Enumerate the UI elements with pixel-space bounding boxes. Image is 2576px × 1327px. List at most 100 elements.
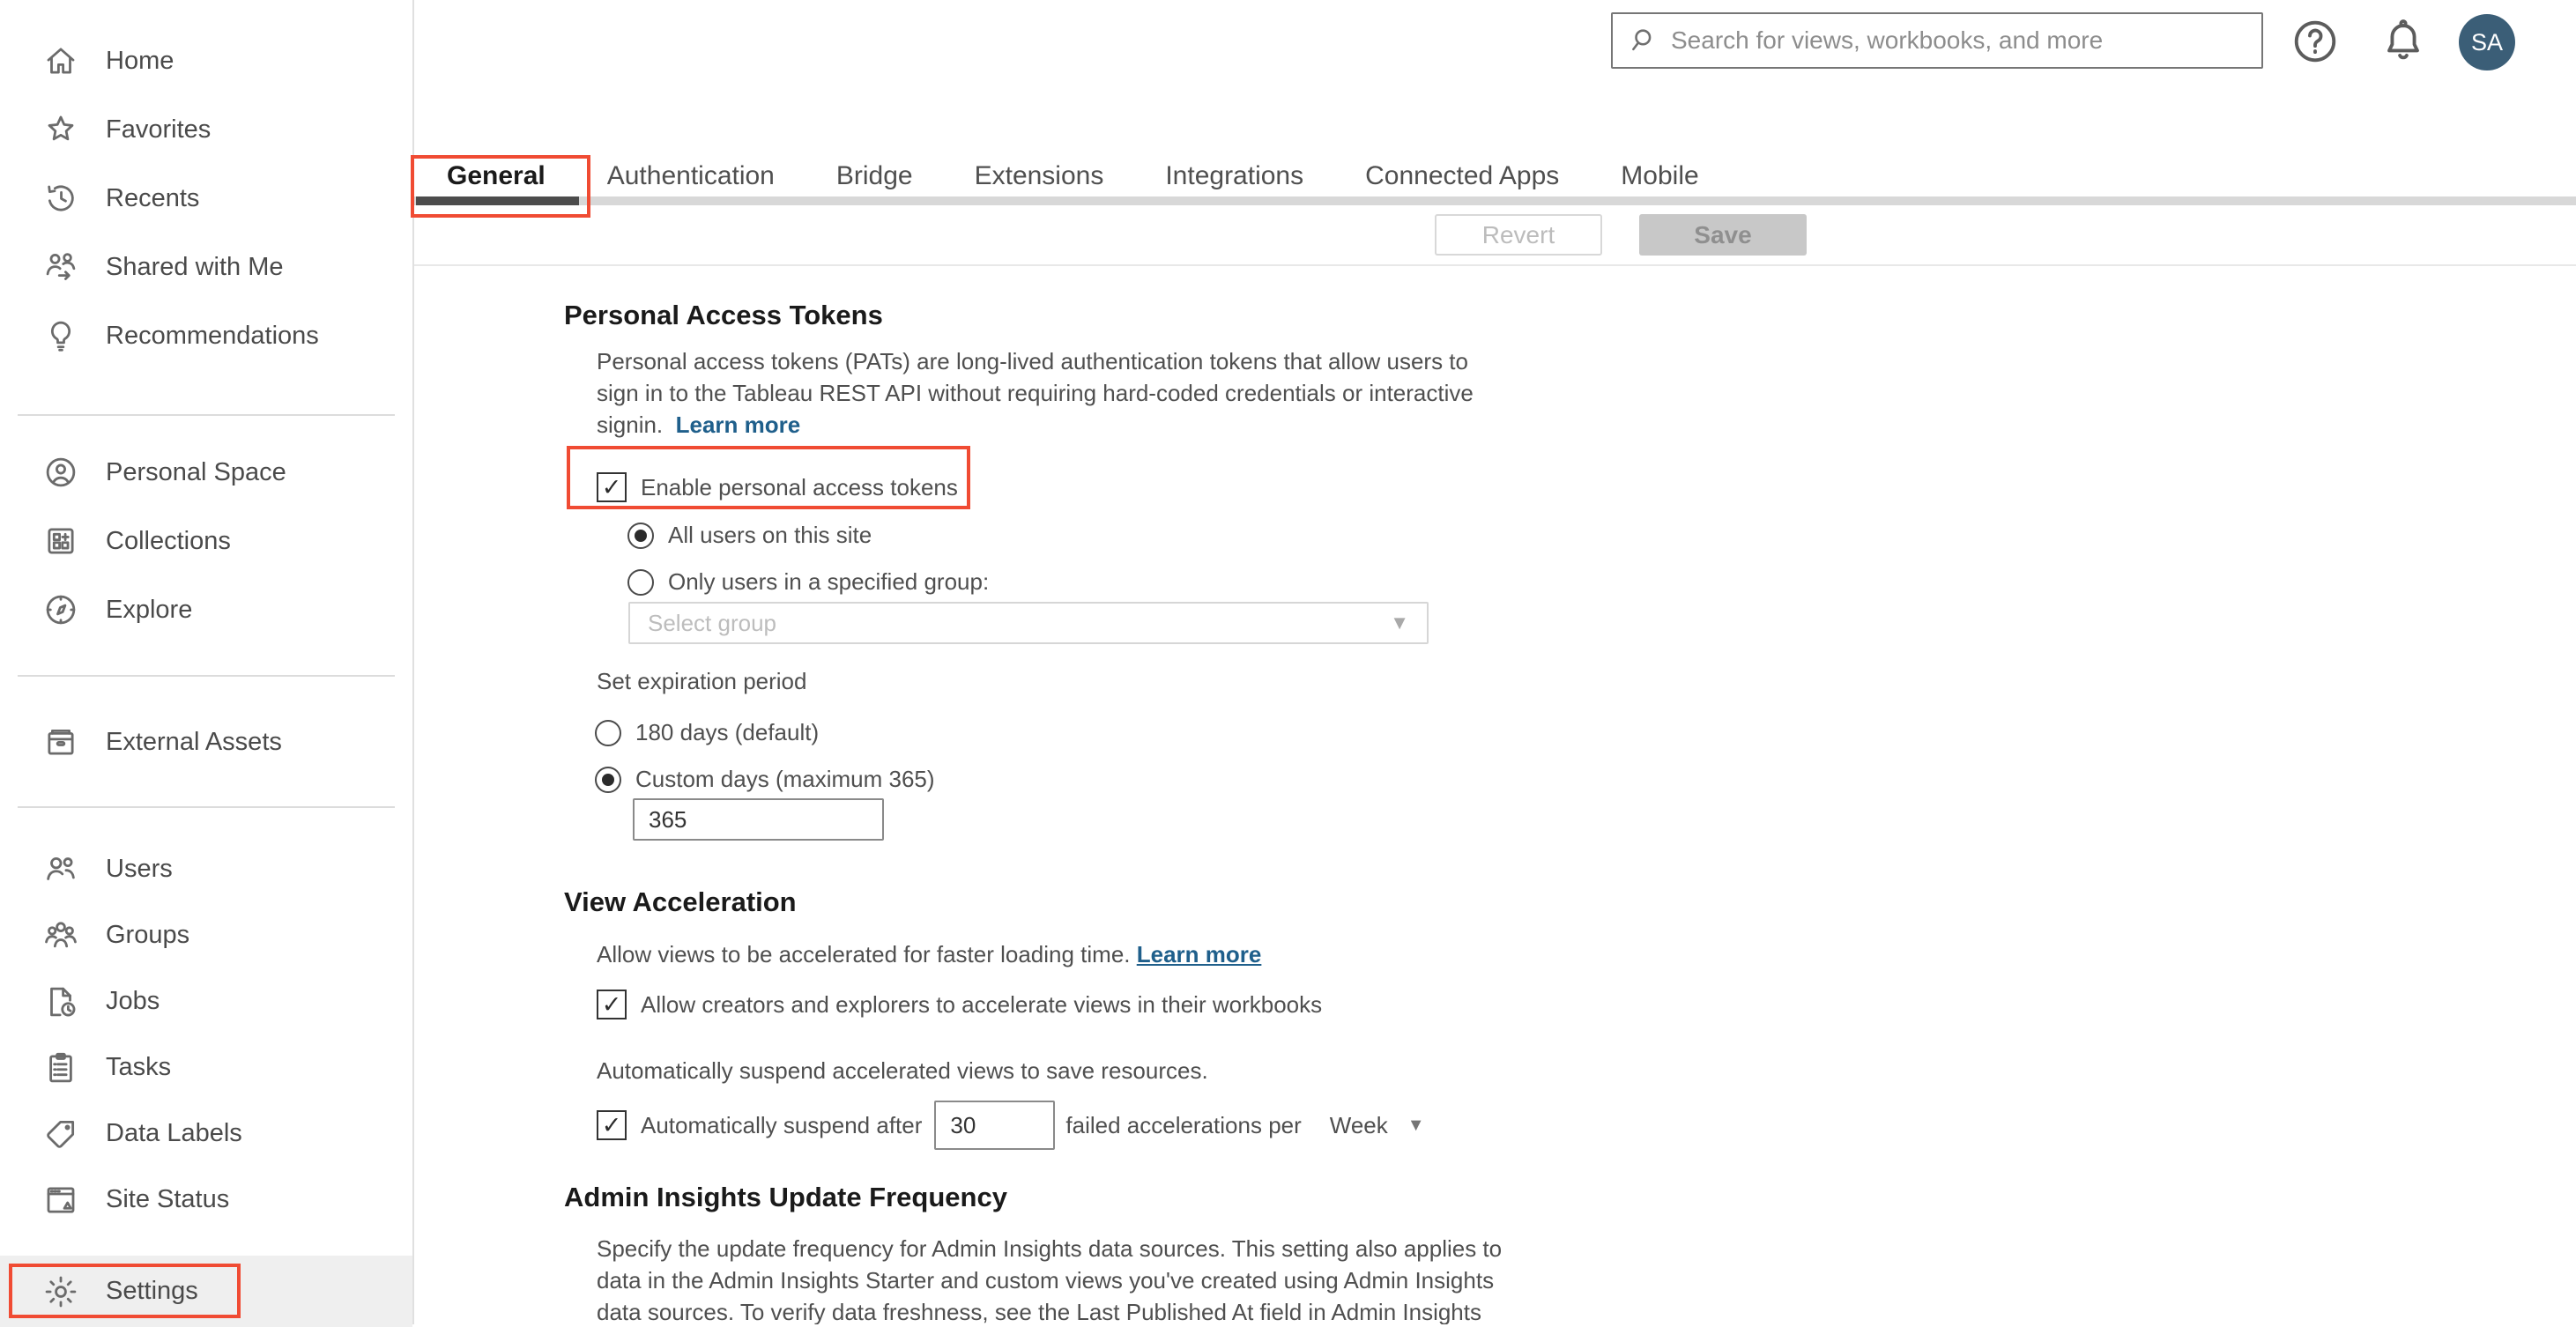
sidebar-item-label: Shared with Me xyxy=(106,252,284,281)
tab-integrations[interactable]: Integrations xyxy=(1165,161,1303,191)
pat-learn-more-link[interactable]: Learn more xyxy=(676,411,801,438)
active-tab-underline xyxy=(416,196,579,205)
suspend-note: Automatically suspend accelerated views … xyxy=(597,1057,1208,1084)
admin-insights-description-line: data in the Admin Insights Starter and c… xyxy=(597,1267,1495,1294)
sidebar-item-label: Users xyxy=(106,855,173,883)
default-days-radio[interactable] xyxy=(595,719,621,746)
checkmark-icon: ✓ xyxy=(601,990,622,1018)
save-button[interactable]: Save xyxy=(1639,214,1807,256)
all-users-radio[interactable] xyxy=(627,522,654,549)
suspend-period-value: Week xyxy=(1329,1111,1388,1138)
gear-icon xyxy=(45,1276,77,1307)
collections-grid-icon xyxy=(48,528,74,554)
groups-icon xyxy=(45,921,77,947)
star-icon xyxy=(48,115,74,141)
view-acceleration-description: Allow views to be accelerated for faster… xyxy=(597,941,1262,967)
help-icon[interactable] xyxy=(2290,16,2341,67)
sidebar-item-explore[interactable]: Explore xyxy=(0,575,412,644)
custom-days-radio[interactable] xyxy=(595,766,621,793)
sidebar-item-label: Home xyxy=(106,46,174,75)
allow-accelerate-label: Allow creators and explorers to accelera… xyxy=(641,990,1323,1018)
chevron-down-icon: ▼ xyxy=(1407,1115,1425,1135)
custom-days-label: Custom days (maximum 365) xyxy=(635,766,935,792)
specified-group-label: Only users in a specified group: xyxy=(668,568,990,595)
search-box[interactable] xyxy=(1611,12,2263,69)
sidebar-item-label: Personal Space xyxy=(106,457,286,486)
admin-insights-description-line: Specify the update frequency for Admin I… xyxy=(597,1235,1503,1262)
settings-content: Personal Access Tokens Personal access t… xyxy=(414,266,2576,1324)
sidebar-item-personal-space[interactable]: Personal Space xyxy=(0,438,412,507)
sidebar-item-data-labels[interactable]: Data Labels xyxy=(0,1101,412,1167)
tab-authentication[interactable]: Authentication xyxy=(607,161,775,191)
sidebar-item-recents[interactable]: Recents xyxy=(0,164,412,233)
sidebar-divider xyxy=(18,675,395,677)
user-avatar[interactable]: SA xyxy=(2459,14,2515,70)
settings-tabs: General Authentication Bridge Extensions… xyxy=(414,157,1699,196)
sidebar-item-home[interactable]: Home xyxy=(0,26,412,95)
sidebar-item-label: Groups xyxy=(106,921,190,949)
sidebar-item-label: External Assets xyxy=(106,727,282,756)
top-header: SA General Authentication Bridge Extensi… xyxy=(411,0,2576,266)
sidebar: Home Favorites Recents Shared with Me Re… xyxy=(0,0,414,1327)
view-acceleration-heading: View Acceleration xyxy=(564,886,797,917)
auto-suspend-checkbox[interactable]: ✓ xyxy=(597,1110,627,1140)
group-select-placeholder: Select group xyxy=(648,609,776,636)
pat-description: Personal access tokens (PATs) are long-l… xyxy=(597,345,2576,441)
group-select[interactable]: Select group ▼ xyxy=(628,602,1429,644)
radio-row-all-users: All users on this site xyxy=(627,522,2576,549)
sidebar-item-settings[interactable]: Settings xyxy=(0,1256,412,1327)
sidebar-item-shared-with-me[interactable]: Shared with Me xyxy=(0,233,412,301)
checkmark-icon: ✓ xyxy=(601,473,622,500)
search-input[interactable] xyxy=(1671,14,2261,67)
notifications-bell-icon[interactable] xyxy=(2378,16,2429,67)
pat-description-line: sign in to the Tableau REST API without … xyxy=(597,380,1474,406)
enable-pat-label: Enable personal access tokens xyxy=(641,473,958,500)
document-clock-icon xyxy=(50,987,76,1016)
default-days-label: 180 days (default) xyxy=(635,719,820,745)
specified-group-radio[interactable] xyxy=(627,568,654,596)
sidebar-item-jobs[interactable]: Jobs xyxy=(0,968,412,1034)
sidebar-item-collections[interactable]: Collections xyxy=(0,507,412,575)
lightbulb-icon xyxy=(50,321,71,352)
sidebar-divider xyxy=(18,806,395,808)
tab-extensions[interactable]: Extensions xyxy=(975,161,1104,191)
tab-bridge[interactable]: Bridge xyxy=(836,161,913,191)
allow-accelerate-row: ✓ Allow creators and explorers to accele… xyxy=(597,990,1322,1019)
sidebar-item-tasks[interactable]: Tasks xyxy=(0,1034,412,1101)
sidebar-item-recommendations[interactable]: Recommendations xyxy=(0,301,412,370)
sidebar-item-groups[interactable]: Groups xyxy=(0,902,412,968)
allow-accelerate-checkbox[interactable]: ✓ xyxy=(597,990,627,1019)
pat-description-line: signin. Learn more xyxy=(597,411,801,438)
tab-mobile[interactable]: Mobile xyxy=(1621,161,1698,191)
sidebar-item-label: Recommendations xyxy=(106,321,319,350)
pat-description-line: Personal access tokens (PATs) are long-l… xyxy=(597,348,1468,374)
sidebar-item-external-assets[interactable]: External Assets xyxy=(0,708,412,776)
sidebar-item-label: Collections xyxy=(106,526,231,555)
sidebar-item-favorites[interactable]: Favorites xyxy=(0,95,412,164)
tab-general[interactable]: General xyxy=(447,161,546,191)
auto-suspend-suffix-label: failed accelerations per xyxy=(1065,1111,1302,1138)
tag-icon xyxy=(47,1120,75,1148)
users-icon xyxy=(47,856,75,880)
shared-with-me-icon xyxy=(46,253,76,280)
enable-pat-checkbox[interactable]: ✓ xyxy=(597,472,627,502)
suspend-period-select[interactable]: Week ▼ xyxy=(1330,1112,1425,1139)
search-icon xyxy=(1632,29,1652,51)
custom-days-input[interactable] xyxy=(633,798,884,841)
clipboard-list-icon xyxy=(49,1052,72,1082)
archive-box-icon xyxy=(48,730,74,755)
admin-insights-description: Specify the update frequency for Admin I… xyxy=(597,1233,2576,1324)
suspend-threshold-input[interactable] xyxy=(934,1101,1056,1150)
sidebar-item-users[interactable]: Users xyxy=(0,836,412,902)
sidebar-item-label: Settings xyxy=(106,1277,198,1305)
checkmark-icon: ✓ xyxy=(601,1111,622,1138)
tab-connected-apps[interactable]: Connected Apps xyxy=(1365,161,1559,191)
sidebar-item-site-status[interactable]: Site Status xyxy=(0,1167,412,1233)
admin-insights-description-line: data sources. To verify data freshness, … xyxy=(597,1299,1481,1324)
view-acceleration-learn-more-link[interactable]: Learn more xyxy=(1137,941,1262,967)
sidebar-item-label: Site Status xyxy=(106,1185,230,1213)
chevron-down-icon: ▼ xyxy=(1390,612,1409,634)
pat-section-heading: Personal Access Tokens xyxy=(564,300,883,330)
sidebar-item-label: Data Labels xyxy=(106,1119,242,1147)
revert-button[interactable]: Revert xyxy=(1435,214,1602,256)
